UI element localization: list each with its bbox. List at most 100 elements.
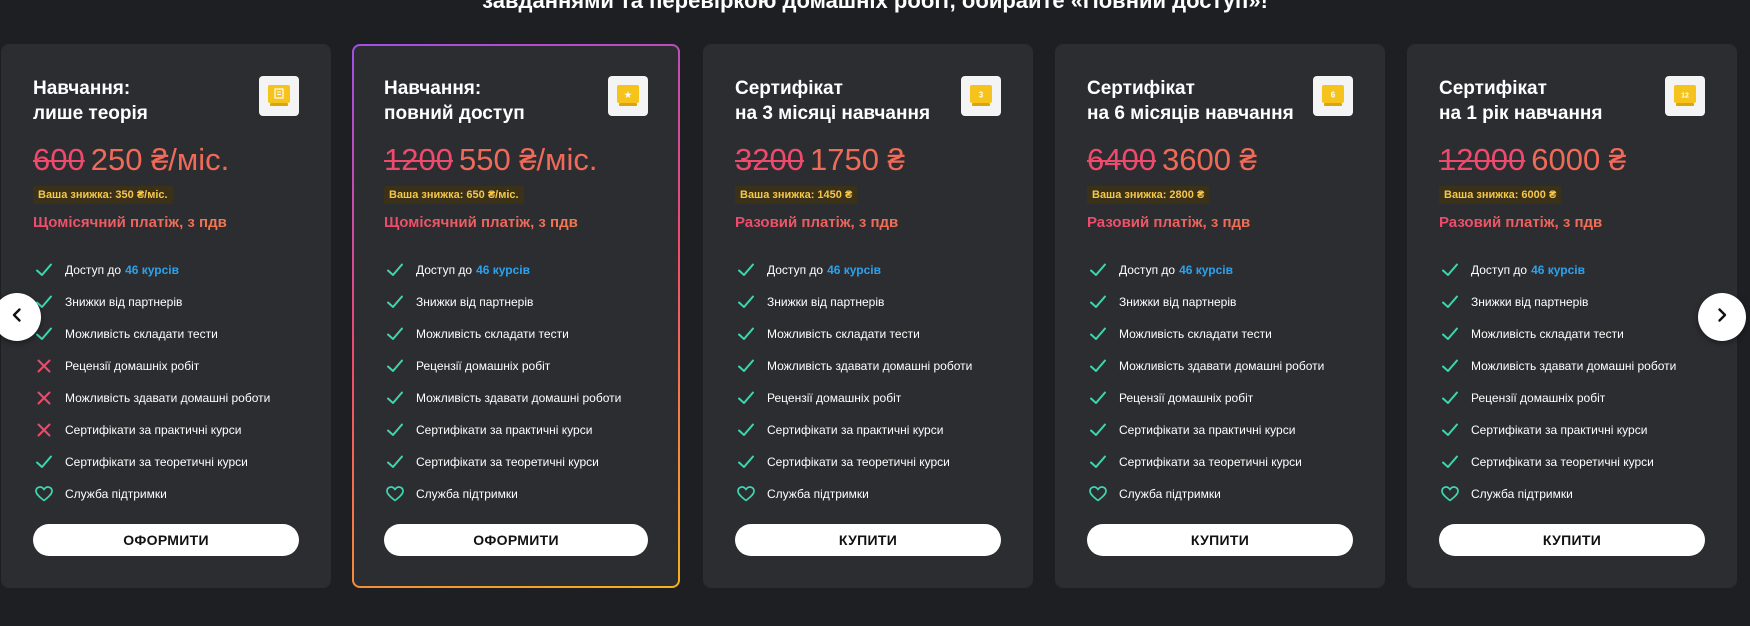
feature-item: Сертифікати за практичні курси (33, 414, 299, 446)
check-icon (735, 419, 757, 441)
feature-item: Можливість здавати домашні роботи (1087, 350, 1353, 382)
check-icon (1087, 387, 1109, 409)
courses-link[interactable]: 46 курсів (125, 263, 179, 277)
check-icon (735, 259, 757, 281)
medal-6-icon: 6 (1313, 76, 1353, 116)
heart-icon (384, 483, 406, 505)
feature-text: Рецензії домашніх робіт (65, 359, 200, 373)
subscribe-button[interactable]: ОФОРМИТИ (33, 524, 299, 556)
svg-text:6: 6 (1331, 91, 1336, 100)
feature-text: Сертифікати за теоретичні курси (65, 455, 248, 469)
pricing-card: 12 Сертифікат на 1 рік навчання 12000 600… (1407, 44, 1737, 588)
discount-badge: Ваша знижка: 1450 ₴ (735, 186, 858, 204)
heart-icon (1439, 483, 1461, 505)
star-icon: ★ (608, 76, 648, 116)
old-price: 12000 (1439, 142, 1526, 177)
old-price: 600 (33, 142, 85, 177)
feature-item: Можливість складати тести (33, 318, 299, 350)
chevron-right-icon (1714, 307, 1730, 328)
courses-link[interactable]: 46 курсів (476, 263, 530, 277)
feature-item: Сертифікати за теоретичні курси (384, 446, 648, 478)
feature-list: Доступ до 46 курсів Знижки від партнерів… (384, 254, 648, 510)
feature-item: Служба підтримки (1439, 478, 1705, 510)
feature-text: Сертифікати за практичні курси (1119, 423, 1296, 437)
medal-12-icon: 12 (1665, 76, 1705, 116)
feature-list: Доступ до 46 курсів Знижки від партнерів… (33, 254, 299, 510)
check-icon (384, 387, 406, 409)
check-icon (735, 451, 757, 473)
feature-item: Можливість здавати домашні роботи (735, 350, 1001, 382)
feature-item: Служба підтримки (735, 478, 1001, 510)
old-price: 1200 (384, 142, 453, 177)
feature-item: Рецензії домашніх робіт (33, 350, 299, 382)
card-title-line: повний доступ (384, 103, 525, 124)
payment-type: Щомісячний платіж, з пдв (384, 214, 648, 234)
old-price: 6400 (1087, 142, 1156, 177)
courses-link[interactable]: 46 курсів (1179, 263, 1233, 277)
heart-icon (33, 483, 55, 505)
feature-item: Сертифікати за практичні курси (1439, 414, 1705, 446)
card-title-line: на 6 місяців навчання (1087, 103, 1294, 124)
feature-list: Доступ до 46 курсів Знижки від партнерів… (1439, 254, 1705, 510)
check-icon (384, 355, 406, 377)
feature-item: Можливість складати тести (1087, 318, 1353, 350)
feature-item: Сертифікати за теоретичні курси (33, 446, 299, 478)
feature-item: Доступ до 46 курсів (33, 254, 299, 286)
feature-item: Доступ до 46 курсів (384, 254, 648, 286)
card-title-line: на 3 місяці навчання (735, 103, 931, 124)
feature-text: Служба підтримки (416, 487, 518, 501)
courses-link[interactable]: 46 курсів (827, 263, 881, 277)
price: 12000 6000 ₴ (1439, 138, 1705, 182)
feature-text: Служба підтримки (65, 487, 167, 501)
payment-type: Разовий платіж, з пдв (1439, 214, 1705, 234)
check-icon (1439, 419, 1461, 441)
buy-button[interactable]: КУПИТИ (735, 524, 1001, 556)
feature-item: Можливість здавати домашні роботи (384, 382, 648, 414)
feature-item: Сертифікати за практичні курси (384, 414, 648, 446)
new-price: 550 ₴/міс. (458, 142, 598, 177)
pricing-cards: Навчання: лише теорія 600 250 ₴/міс. Ваша… (1, 44, 1750, 588)
card-title: Сертифікат на 1 рік навчання (1439, 76, 1669, 126)
svg-text:★: ★ (624, 91, 632, 100)
old-price: 3200 (735, 142, 804, 177)
heart-icon (735, 483, 757, 505)
payment-type: Щомісячний платіж, з пдв (33, 214, 299, 234)
feature-item: Рецензії домашніх робіт (735, 382, 1001, 414)
feature-list: Доступ до 46 курсів Знижки від партнерів… (1087, 254, 1353, 510)
feature-item: Можливість складати тести (384, 318, 648, 350)
feature-text: Рецензії домашніх робіт (1471, 391, 1606, 405)
feature-text: Доступ до (767, 263, 824, 277)
price: 1200 550 ₴/міс. (384, 138, 648, 182)
check-icon (1087, 451, 1109, 473)
check-icon (33, 451, 55, 473)
feature-item: Доступ до 46 курсів (1439, 254, 1705, 286)
feature-text: Можливість здавати домашні роботи (416, 391, 622, 405)
discount-badge: Ваша знижка: 350 ₴/міс. (33, 186, 173, 204)
subscribe-button[interactable]: ОФОРМИТИ (384, 524, 648, 556)
discount-badge: Ваша знижка: 6000 ₴ (1439, 186, 1562, 204)
feature-item: Служба підтримки (384, 478, 648, 510)
chevron-left-icon (9, 307, 25, 328)
feature-text: Сертифікати за практичні курси (65, 423, 242, 437)
check-icon (1439, 259, 1461, 281)
feature-text: Знижки від партнерів (1119, 295, 1237, 309)
feature-item: Можливість здавати домашні роботи (1439, 350, 1705, 382)
feature-text: Можливість складати тести (65, 327, 218, 341)
carousel-next-button[interactable] (1698, 293, 1746, 341)
feature-item: Знижки від партнерів (384, 286, 648, 318)
feature-text: Сертифікати за теоретичні курси (1471, 455, 1654, 469)
feature-text: Рецензії домашніх робіт (1119, 391, 1254, 405)
buy-button[interactable]: КУПИТИ (1087, 524, 1353, 556)
check-icon (1087, 259, 1109, 281)
check-icon (735, 323, 757, 345)
check-icon (735, 291, 757, 313)
price: 3200 1750 ₴ (735, 138, 1001, 182)
card-title-line: Навчання: (33, 78, 131, 99)
buy-button[interactable]: КУПИТИ (1439, 524, 1705, 556)
feature-text: Знижки від партнерів (65, 295, 183, 309)
courses-link[interactable]: 46 курсів (1531, 263, 1585, 277)
feature-text: Служба підтримки (1119, 487, 1221, 501)
check-icon (1439, 291, 1461, 313)
feature-item: Знижки від партнерів (1439, 286, 1705, 318)
check-icon (1439, 323, 1461, 345)
